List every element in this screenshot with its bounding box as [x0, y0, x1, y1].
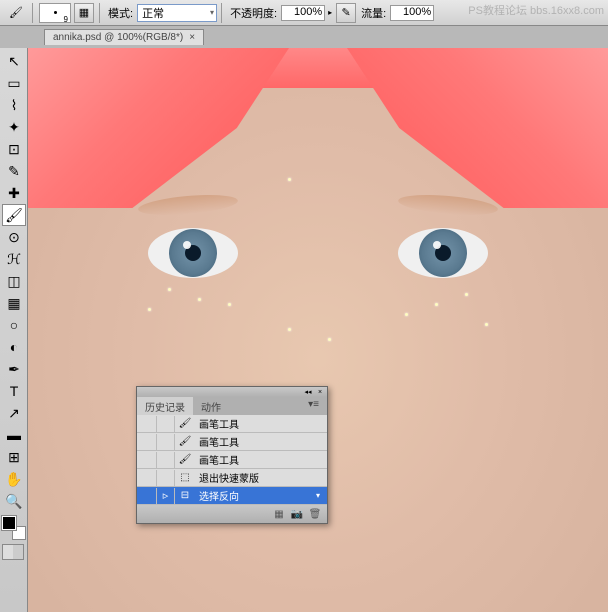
document-tab[interactable]: annika.psd @ 100%(RGB/8*) × [44, 29, 204, 45]
history-list: 🖌画笔工具🖌画笔工具🖌画笔工具⬚退出快速蒙版▹⊟选择反向▾ [137, 415, 327, 505]
history-step-icon: ⬚ [175, 472, 195, 483]
history-step-label: 画笔工具 [195, 434, 325, 449]
history-step-icon: 🖌 [175, 436, 195, 447]
canvas[interactable]: ◂◂ × 历史记录 动作 ▾≡ 🖌画笔工具🖌画笔工具🖌画笔工具⬚退出快速蒙版▹⊟… [28, 48, 608, 612]
history-step-icon: 🖌 [175, 454, 195, 465]
history-step-label: 退出快速蒙版 [195, 470, 325, 485]
dodge-tool[interactable]: ◐ [2, 336, 26, 358]
eraser-tool[interactable]: ◫ [2, 270, 26, 292]
zoom-tool[interactable]: 🔍 [2, 490, 26, 512]
type-tool[interactable]: T [2, 380, 26, 402]
stamp-tool[interactable]: ⊙ [2, 226, 26, 248]
tab-history[interactable]: 历史记录 [137, 397, 193, 415]
shape-tool[interactable]: ▬ [2, 424, 26, 446]
document-tab-bar: annika.psd @ 100%(RGB/8*) × [0, 26, 608, 48]
history-step-label: 选择反向 [195, 488, 311, 503]
history-item[interactable]: 🖌画笔工具 [137, 451, 327, 469]
crop-tool[interactable]: ⊡ [2, 138, 26, 160]
blend-mode-dropdown[interactable]: 正常 [137, 4, 217, 22]
quick-mask-toggle[interactable] [2, 544, 24, 560]
foreground-color[interactable] [2, 516, 16, 530]
tab-actions[interactable]: 动作 [193, 397, 229, 415]
hand-tool[interactable]: ✋ [2, 468, 26, 490]
gradient-tool[interactable]: ▦ [2, 292, 26, 314]
photo-content [28, 48, 608, 612]
opacity-arrow-icon[interactable]: ▸ [325, 5, 335, 21]
history-step-icon: 🖌 [175, 418, 195, 429]
brush-tool[interactable]: 🖌 [2, 204, 26, 226]
brush-preset-picker[interactable]: 9 [39, 3, 71, 23]
marquee-tool[interactable]: ▭ [2, 72, 26, 94]
eyedropper-tool[interactable]: ✎ [2, 160, 26, 182]
notes-tool[interactable]: ⊞ [2, 446, 26, 468]
brush-panel-toggle[interactable]: ▦ [74, 3, 94, 23]
lasso-tool[interactable]: ⌇ [2, 94, 26, 116]
color-swatches[interactable] [2, 516, 26, 540]
toolbox: ↖▭⌇✦⊡✎✚🖌⊙ℋ◫▦○◐✒T↗▬⊞✋🔍 [0, 48, 28, 612]
panel-header[interactable]: ◂◂ × [137, 387, 327, 397]
history-brush-tool[interactable]: ℋ [2, 248, 26, 270]
chevron-down-icon[interactable]: ▾ [311, 491, 325, 500]
flow-label: 流量: [361, 5, 386, 21]
history-step-label: 画笔工具 [195, 452, 325, 467]
options-bar: 🖌 9 ▦ 模式: 正常 不透明度: 100% ▸ ✎ 流量: 100% PS教… [0, 0, 608, 26]
panel-menu-icon[interactable]: ▾≡ [300, 397, 327, 415]
history-step-icon: ⊟ [175, 490, 195, 501]
path-tool[interactable]: ↗ [2, 402, 26, 424]
tablet-opacity-toggle[interactable]: ✎ [336, 3, 356, 23]
flow-input[interactable]: 100% [390, 5, 434, 21]
healing-tool[interactable]: ✚ [2, 182, 26, 204]
new-snapshot-icon[interactable]: 📷 [289, 507, 305, 521]
opacity-input[interactable]: 100% [281, 5, 325, 21]
history-item[interactable]: 🖌画笔工具 [137, 415, 327, 433]
snapshot-from-state-icon[interactable]: ▦ [271, 507, 287, 521]
mode-label: 模式: [108, 5, 133, 21]
current-tool-icon: 🖌 [4, 3, 28, 23]
opacity-label: 不透明度: [230, 5, 277, 21]
delete-state-icon[interactable]: 🗑 [307, 507, 323, 521]
pen-tool[interactable]: ✒ [2, 358, 26, 380]
history-item[interactable]: ⬚退出快速蒙版 [137, 469, 327, 487]
close-panel-icon[interactable]: × [315, 388, 325, 396]
history-item[interactable]: 🖌画笔工具 [137, 433, 327, 451]
watermark-text: PS教程论坛 bbs.16xx8.com [468, 2, 604, 18]
wand-tool[interactable]: ✦ [2, 116, 26, 138]
history-panel: ◂◂ × 历史记录 动作 ▾≡ 🖌画笔工具🖌画笔工具🖌画笔工具⬚退出快速蒙版▹⊟… [136, 386, 328, 524]
panel-footer: ▦ 📷 🗑 [137, 505, 327, 523]
history-step-label: 画笔工具 [195, 416, 325, 431]
blur-tool[interactable]: ○ [2, 314, 26, 336]
collapse-icon[interactable]: ◂◂ [303, 388, 313, 396]
close-icon[interactable]: × [189, 32, 195, 43]
move-tool[interactable]: ↖ [2, 50, 26, 72]
history-item[interactable]: ▹⊟选择反向▾ [137, 487, 327, 505]
